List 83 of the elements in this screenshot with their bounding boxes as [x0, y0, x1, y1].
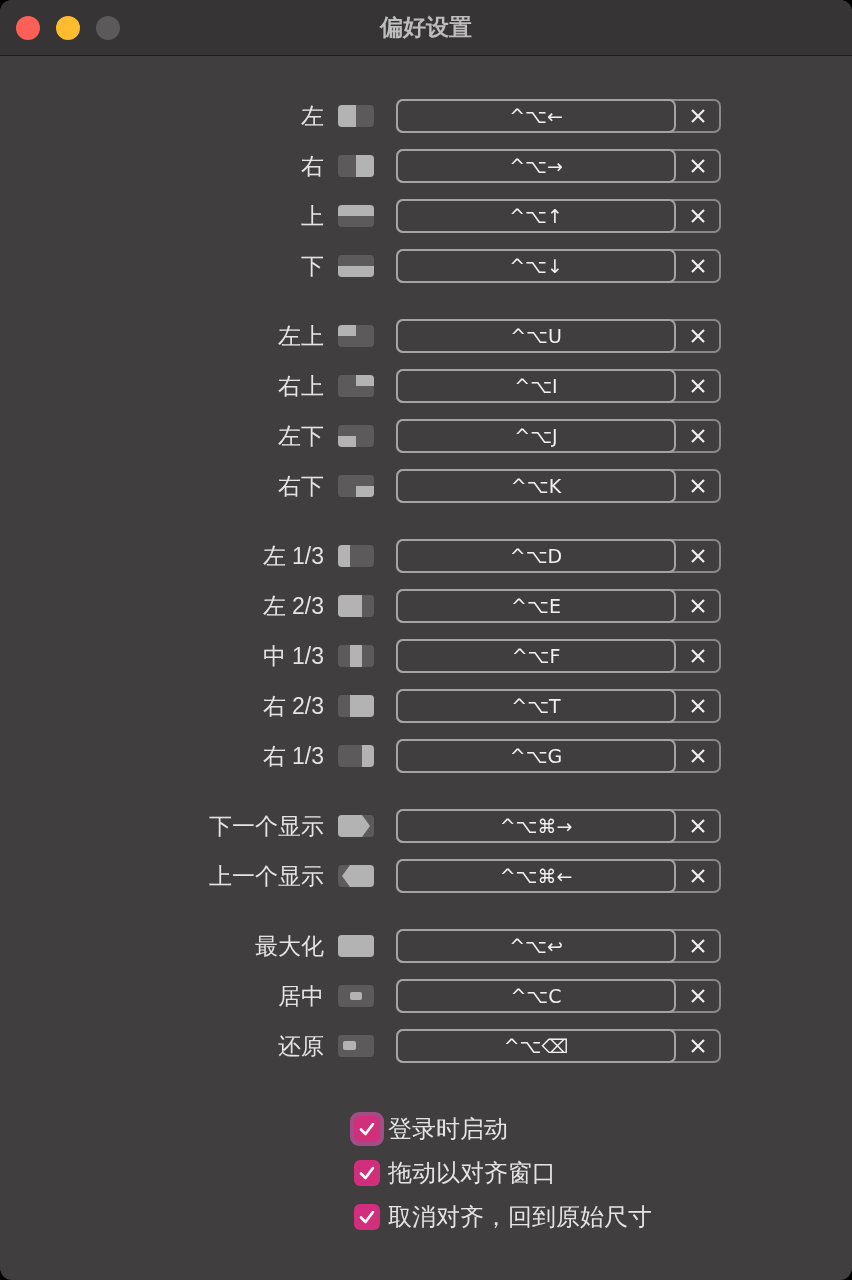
shortcut-label: 还原: [277, 1031, 325, 1061]
shortcut-label: 右 2/3: [261, 691, 325, 721]
shortcut-field[interactable]: ^⌥K: [396, 469, 676, 503]
shortcut-field[interactable]: ^⌥⌘←: [396, 859, 676, 893]
checkbox-label: 拖动以对齐窗口: [388, 1158, 556, 1188]
close-icon: [689, 378, 706, 394]
window-layout-icon: [338, 695, 374, 717]
shortcut-field[interactable]: ^⌥E: [396, 589, 676, 623]
window-layout-icon: [338, 475, 374, 497]
shortcut-field[interactable]: ^⌥↑: [396, 199, 676, 233]
shortcut-field[interactable]: ^⌥→: [396, 149, 676, 183]
close-icon: [689, 158, 706, 174]
checkmark-icon: [358, 1208, 376, 1226]
shortcut-field[interactable]: ^⌥C: [396, 979, 676, 1013]
window-layout-icon: [338, 205, 374, 227]
shortcut-label: 上: [300, 201, 325, 231]
window-layout-icon: [338, 745, 374, 767]
shortcut-label: 上一个显示: [208, 861, 325, 891]
close-icon: [689, 598, 706, 614]
close-icon: [689, 648, 706, 664]
window-layout-icon: [338, 325, 374, 347]
window-layout-icon: [338, 595, 374, 617]
window-title: 偏好设置: [380, 13, 472, 43]
shortcut-label: 右上: [277, 371, 325, 401]
shortcut-label: 左下: [277, 421, 325, 451]
shortcut-field[interactable]: ^⌥I: [396, 369, 676, 403]
checkbox[interactable]: [354, 1160, 380, 1186]
window-layout-icon: [338, 865, 374, 887]
shortcut-label: 左上: [277, 321, 325, 351]
window-layout-icon: [338, 1035, 374, 1057]
shortcut-label: 最大化: [254, 931, 325, 961]
checkbox-label: 登录时启动: [388, 1114, 508, 1144]
window-layout-icon: [338, 545, 374, 567]
shortcut-label: 右 1/3: [261, 741, 325, 771]
checkbox-label: 取消对齐，回到原始尺寸: [388, 1202, 652, 1232]
shortcut-label: 左 1/3: [261, 541, 325, 571]
window-layout-icon: [338, 425, 374, 447]
window-layout-icon: [338, 105, 374, 127]
checkmark-icon: [358, 1120, 376, 1138]
shortcut-label: 中 1/3: [261, 641, 325, 671]
close-icon: [689, 938, 706, 954]
shortcut-field[interactable]: ^⌥J: [396, 419, 676, 453]
close-icon: [689, 988, 706, 1004]
shortcut-field[interactable]: ^⌥G: [396, 739, 676, 773]
close-button[interactable]: [16, 16, 40, 40]
checkbox[interactable]: [354, 1204, 380, 1230]
shortcut-label: 左: [300, 101, 325, 131]
shortcut-field[interactable]: ^⌥⌫: [396, 1029, 676, 1063]
shortcut-label: 下一个显示: [208, 811, 325, 841]
close-icon: [689, 818, 706, 834]
checkmark-icon: [358, 1164, 376, 1182]
window-layout-icon: [338, 815, 374, 837]
shortcut-field[interactable]: ^⌥↩: [396, 929, 676, 963]
window-layout-icon: [338, 935, 374, 957]
minimize-button[interactable]: [56, 16, 80, 40]
close-icon: [689, 748, 706, 764]
close-icon: [689, 328, 706, 344]
close-icon: [689, 428, 706, 444]
window-layout-icon: [338, 985, 374, 1007]
shortcut-field[interactable]: ^⌥↓: [396, 249, 676, 283]
close-icon: [689, 1038, 706, 1054]
close-icon: [689, 208, 706, 224]
close-icon: [689, 108, 706, 124]
shortcut-field[interactable]: ^⌥F: [396, 639, 676, 673]
window-layout-icon: [338, 645, 374, 667]
close-icon: [689, 478, 706, 494]
shortcut-label: 右下: [277, 471, 325, 501]
window-layout-icon: [338, 255, 374, 277]
close-icon: [689, 258, 706, 274]
window-layout-icon: [338, 155, 374, 177]
shortcut-field[interactable]: ^⌥D: [396, 539, 676, 573]
shortcut-label: 居中: [277, 981, 325, 1011]
shortcut-field[interactable]: ^⌥U: [396, 319, 676, 353]
shortcut-field[interactable]: ^⌥←: [396, 99, 676, 133]
shortcut-field[interactable]: ^⌥⌘→: [396, 809, 676, 843]
window-layout-icon: [338, 375, 374, 397]
close-icon: [689, 548, 706, 564]
close-icon: [689, 868, 706, 884]
shortcut-label: 下: [300, 251, 325, 281]
shortcut-label: 右: [300, 151, 325, 181]
shortcut-field[interactable]: ^⌥T: [396, 689, 676, 723]
shortcut-label: 左 2/3: [261, 591, 325, 621]
close-icon: [689, 698, 706, 714]
